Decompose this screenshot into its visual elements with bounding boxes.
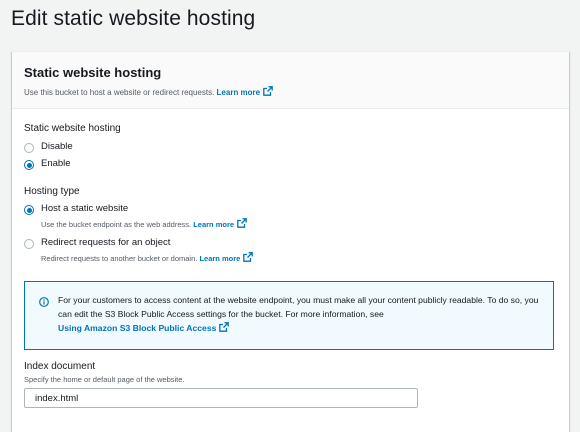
panel-header: Static website hosting Use this bucket t… (12, 52, 569, 109)
info-alert: For your customers to access content at … (24, 281, 554, 350)
index-document-input[interactable] (24, 388, 418, 408)
external-link-icon (237, 218, 247, 228)
radio-host-static-website[interactable]: Host a static website Use the bucket end… (24, 203, 284, 231)
host-static-learn-more-label: Learn more (193, 220, 235, 229)
radio-disable-button[interactable] (24, 143, 34, 153)
info-alert-text: For your customers to access content at … (58, 293, 548, 335)
radio-redirect-button[interactable] (24, 239, 34, 249)
radio-redirect-description-text: Redirect requests to another bucket or d… (41, 254, 198, 263)
radio-enable-button[interactable] (24, 160, 34, 170)
static-hosting-panel: Static website hosting Use this bucket t… (12, 51, 569, 432)
block-public-access-label: Using Amazon S3 Block Public Access (58, 323, 217, 333)
radio-disable[interactable]: Disable (24, 141, 104, 155)
external-link-icon (219, 322, 230, 332)
radio-redirect-label: Redirect requests for an object (41, 237, 171, 248)
page-title: Edit static website hosting (11, 7, 256, 30)
external-link-icon (263, 86, 273, 96)
radio-enable-label: Enable (41, 158, 71, 169)
panel-title: Static website hosting (24, 65, 162, 80)
panel-description: Use this bucket to host a website or red… (24, 86, 273, 97)
radio-host-static-button[interactable] (24, 205, 34, 215)
radio-host-static-description: Use the bucket endpoint as the web addre… (41, 218, 247, 229)
radio-redirect-requests[interactable]: Redirect requests for an object Redirect… (24, 237, 294, 265)
radio-redirect-description: Redirect requests to another bucket or d… (41, 252, 254, 263)
radio-disable-label: Disable (41, 141, 73, 152)
external-link-icon (243, 252, 254, 262)
radio-host-static-description-text: Use the bucket endpoint as the web addre… (41, 220, 192, 229)
block-public-access-link[interactable]: Using Amazon S3 Block Public Access (58, 322, 230, 333)
panel-description-text: Use this bucket to host a website or red… (24, 88, 215, 97)
index-document-description: Specify the home or default page of the … (24, 375, 185, 384)
host-static-learn-more-link[interactable]: Learn more (193, 218, 247, 229)
radio-enable[interactable]: Enable (24, 158, 104, 172)
redirect-learn-more-label: Learn more (199, 254, 241, 263)
info-alert-message: For your customers to access content at … (58, 295, 539, 319)
panel-learn-more-label: Learn more (216, 88, 261, 97)
index-document-label: Index document (24, 361, 96, 372)
hosting-field-label: Static website hosting (24, 123, 121, 134)
redirect-learn-more-link[interactable]: Learn more (199, 252, 254, 263)
radio-host-static-label: Host a static website (41, 203, 129, 214)
hosting-type-label: Hosting type (24, 186, 80, 197)
info-icon (39, 297, 49, 307)
panel-learn-more-link[interactable]: Learn more (216, 86, 274, 97)
